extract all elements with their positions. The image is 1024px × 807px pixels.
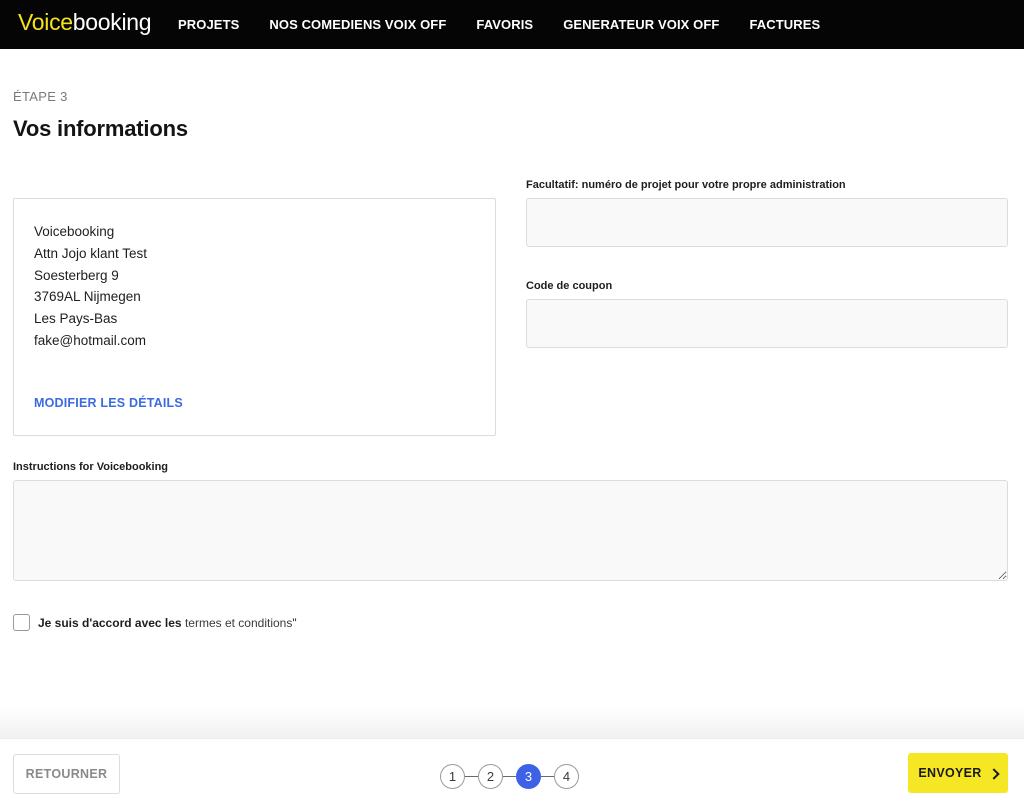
step-2[interactable]: 2 — [478, 763, 503, 789]
project-number-input[interactable] — [526, 198, 1008, 247]
project-number-label: Facultatif: numéro de projet pour votre … — [526, 179, 846, 191]
footer-action-bar: RETOURNER 1 2 3 4 ENVOYER — [0, 738, 1024, 807]
address-street: Soesterberg 9 — [34, 267, 119, 283]
nav-item-favoris[interactable]: FAVORIS — [476, 17, 533, 32]
instructions-textarea[interactable] — [13, 480, 1008, 581]
step-connector — [465, 775, 478, 777]
nav-item-generateur-voix-off[interactable]: GENERATEUR VOIX OFF — [563, 17, 719, 32]
step-connector — [541, 775, 554, 777]
address-postal-city: 3769AL Nijmegen — [34, 289, 141, 305]
terms-text: Je suis d'accord avec les termes et cond… — [38, 616, 297, 630]
step-indicator: 1 2 3 4 — [440, 763, 579, 789]
nav-item-factures[interactable]: FACTURES — [749, 17, 820, 32]
coupon-code-label: Code de coupon — [526, 280, 613, 292]
chevron-right-icon — [987, 767, 1000, 780]
nav-item-projets[interactable]: PROJETS — [178, 17, 239, 32]
coupon-code-input[interactable] — [526, 299, 1008, 348]
send-button[interactable]: ENVOYER — [908, 753, 1008, 793]
terms-agreement: Je suis d'accord avec les termes et cond… — [13, 614, 297, 631]
logo-part-booking: booking — [72, 9, 152, 35]
send-button-label: ENVOYER — [918, 766, 982, 780]
back-button[interactable]: RETOURNER — [13, 754, 120, 794]
address-attention: Attn Jojo klant Test — [34, 245, 148, 261]
logo-part-voice: Voice — [18, 9, 73, 35]
terms-checkbox[interactable] — [13, 614, 30, 631]
main-nav: PROJETS NOS COMEDIENS VOIX OFF FAVORIS G… — [178, 0, 850, 49]
edit-details-link[interactable]: MODIFIER LES DÉTAILS — [34, 396, 183, 410]
address-email: fake@hotmail.com — [34, 332, 146, 348]
terms-prefix: Je suis d'accord avec les — [38, 615, 185, 630]
step-1[interactable]: 1 — [440, 763, 465, 789]
instructions-label: Instructions for Voicebooking — [13, 461, 169, 473]
step-connector — [503, 775, 516, 777]
footer-shadow — [0, 707, 1024, 739]
address-lines: Voicebooking Attn Jojo klant Test Soeste… — [34, 221, 147, 352]
terms-suffix: " — [292, 615, 297, 630]
page-title: Vos informations — [13, 116, 188, 141]
step-label: ÉTAPE 3 — [13, 89, 68, 104]
billing-address-card: Voicebooking Attn Jojo klant Test Soeste… — [13, 198, 496, 436]
address-company: Voicebooking — [34, 224, 115, 239]
top-navigation-bar: Voicebooking PROJETS NOS COMEDIENS VOIX … — [0, 0, 1024, 49]
voicebooking-logo[interactable]: Voicebooking — [18, 9, 152, 36]
nav-item-comediens-voix-off[interactable]: NOS COMEDIENS VOIX OFF — [269, 17, 446, 32]
terms-conditions-link[interactable]: termes et conditions — [185, 616, 292, 630]
step-3-active[interactable]: 3 — [516, 763, 541, 789]
step-4[interactable]: 4 — [554, 763, 579, 789]
address-country: Les Pays-Bas — [34, 311, 118, 327]
